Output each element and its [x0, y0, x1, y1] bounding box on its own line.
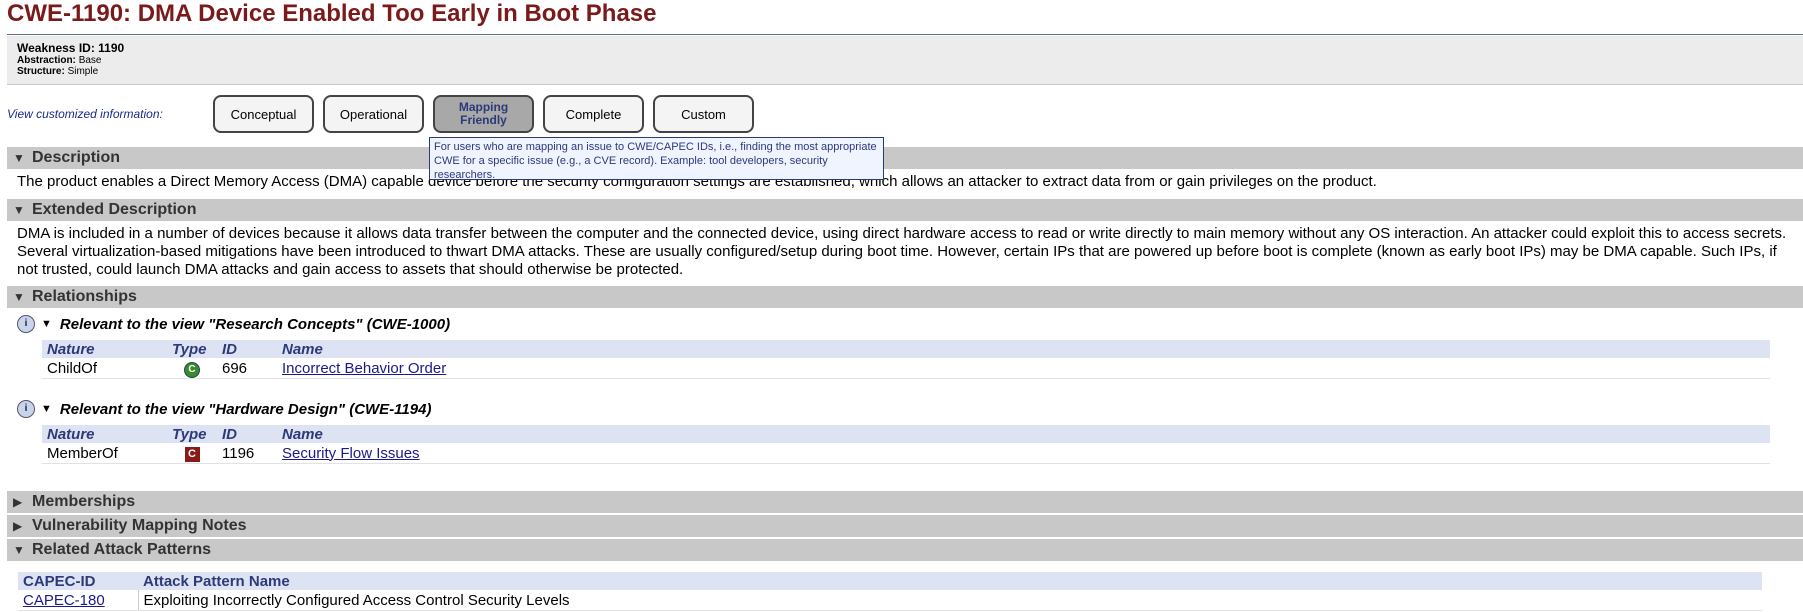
section-attack-patterns-header[interactable]: ▼ Related Attack Patterns	[7, 539, 1803, 561]
structure-line: Structure: Simple	[17, 66, 98, 77]
info-icon[interactable]: i	[17, 315, 35, 333]
section-relationships-header[interactable]: ▼ Relationships	[7, 286, 1803, 308]
table-row: ChildOf C 696 Incorrect Behavior Order	[42, 358, 1770, 379]
structure-label: Structure:	[17, 66, 65, 77]
col-nature: Nature	[42, 425, 167, 443]
view-mapping-friendly-button[interactable]: Mapping Friendly	[433, 95, 534, 133]
section-extended-header[interactable]: ▼ Extended Description	[7, 199, 1803, 221]
section-vuln-mapping-title: Vulnerability Mapping Notes	[32, 517, 247, 534]
relationships-table-hardware: Nature Type ID Name MemberOf C 1196 Secu…	[42, 425, 1770, 464]
chevron-down-icon: ▼	[13, 203, 25, 217]
research-concepts-heading: Relevant to the view "Research Concepts"…	[59, 315, 451, 333]
hardware-design-heading: Relevant to the view "Hardware Design" (…	[59, 400, 432, 418]
weakness-meta-box: Weakness ID: 1190 Abstraction: Base Stru…	[7, 36, 1803, 85]
id-cell: 696	[217, 358, 277, 379]
id-cell: 1196	[217, 443, 277, 464]
chevron-right-icon: ▶	[13, 495, 23, 509]
category-type-icon: C	[184, 447, 200, 462]
extended-description-text: DMA is included in a number of devices b…	[17, 225, 1787, 278]
table-row: CAPEC-180 Exploiting Incorrectly Configu…	[18, 590, 1762, 611]
title-divider	[7, 34, 1803, 35]
col-type: Type	[167, 425, 217, 443]
chevron-down-icon: ▼	[13, 290, 25, 304]
section-description-title: Description	[32, 149, 121, 166]
section-relationships-title: Relationships	[32, 288, 137, 305]
chevron-down-icon: ▼	[41, 318, 52, 330]
section-memberships-header[interactable]: ▶ Memberships	[7, 491, 1803, 513]
attack-pattern-name-cell: Exploiting Incorrectly Configured Access…	[138, 590, 1762, 611]
nature-cell: MemberOf	[42, 443, 167, 464]
col-name: Name	[277, 340, 1770, 358]
view-customized-label: View customized information:	[7, 107, 163, 121]
name-cell: Incorrect Behavior Order	[277, 358, 1770, 379]
section-memberships-title: Memberships	[32, 493, 136, 510]
abstraction-line: Abstraction: Base	[17, 55, 101, 66]
abstraction-label: Abstraction:	[17, 55, 76, 66]
page-title: CWE-1190: DMA Device Enabled Too Early i…	[7, 0, 657, 27]
mapping-friendly-tooltip: For users who are mapping an issue to CW…	[429, 137, 884, 181]
capec-link[interactable]: CAPEC-180	[23, 592, 105, 609]
chevron-right-icon: ▶	[13, 519, 23, 533]
description-text: The product enables a Direct Memory Acce…	[17, 173, 1377, 190]
col-id: ID	[217, 425, 277, 443]
cwe-link[interactable]: Security Flow Issues	[282, 445, 420, 462]
col-attack-pattern-name: Attack Pattern Name	[138, 572, 1762, 590]
view-conceptual-button[interactable]: Conceptual	[213, 95, 314, 133]
relationship-view-heading[interactable]: i ▼ Relevant to the view "Research Conce…	[17, 315, 450, 333]
view-complete-button[interactable]: Complete	[543, 95, 644, 133]
class-type-icon: C	[184, 361, 200, 378]
chevron-down-icon: ▼	[13, 543, 25, 557]
abstraction-value: Base	[78, 55, 102, 66]
relationships-table-research: Nature Type ID Name ChildOf C 696 Incorr…	[42, 340, 1770, 379]
structure-value: Simple	[67, 66, 99, 77]
nature-cell: ChildOf	[42, 358, 167, 379]
chevron-down-icon: ▼	[41, 403, 52, 415]
capec-id-cell: CAPEC-180	[18, 590, 139, 611]
col-name: Name	[277, 425, 1770, 443]
cwe-link[interactable]: Incorrect Behavior Order	[282, 360, 446, 377]
info-icon[interactable]: i	[17, 400, 35, 418]
section-description-header[interactable]: ▼ Description	[7, 147, 1803, 169]
chevron-down-icon: ▼	[13, 151, 25, 165]
view-custom-button[interactable]: Custom	[653, 95, 754, 133]
col-nature: Nature	[42, 340, 167, 358]
section-extended-title: Extended Description	[32, 201, 197, 218]
col-capec-id: CAPEC-ID	[18, 572, 138, 590]
section-vuln-mapping-header[interactable]: ▶ Vulnerability Mapping Notes	[7, 515, 1803, 537]
type-cell: C	[167, 358, 217, 379]
mapping-friendly-label: Mapping Friendly	[458, 100, 509, 127]
col-id: ID	[217, 340, 277, 358]
relationship-view-heading[interactable]: i ▼ Relevant to the view "Hardware Desig…	[17, 400, 431, 418]
section-attack-patterns-title: Related Attack Patterns	[32, 541, 212, 558]
col-type: Type	[167, 340, 217, 358]
weakness-id: Weakness ID: 1190	[17, 41, 125, 55]
view-operational-button[interactable]: Operational	[323, 95, 424, 133]
attack-patterns-table: CAPEC-ID Attack Pattern Name CAPEC-180 E…	[18, 572, 1762, 611]
name-cell: Security Flow Issues	[277, 443, 1770, 464]
table-row: MemberOf C 1196 Security Flow Issues	[42, 443, 1770, 464]
type-cell: C	[167, 443, 217, 464]
